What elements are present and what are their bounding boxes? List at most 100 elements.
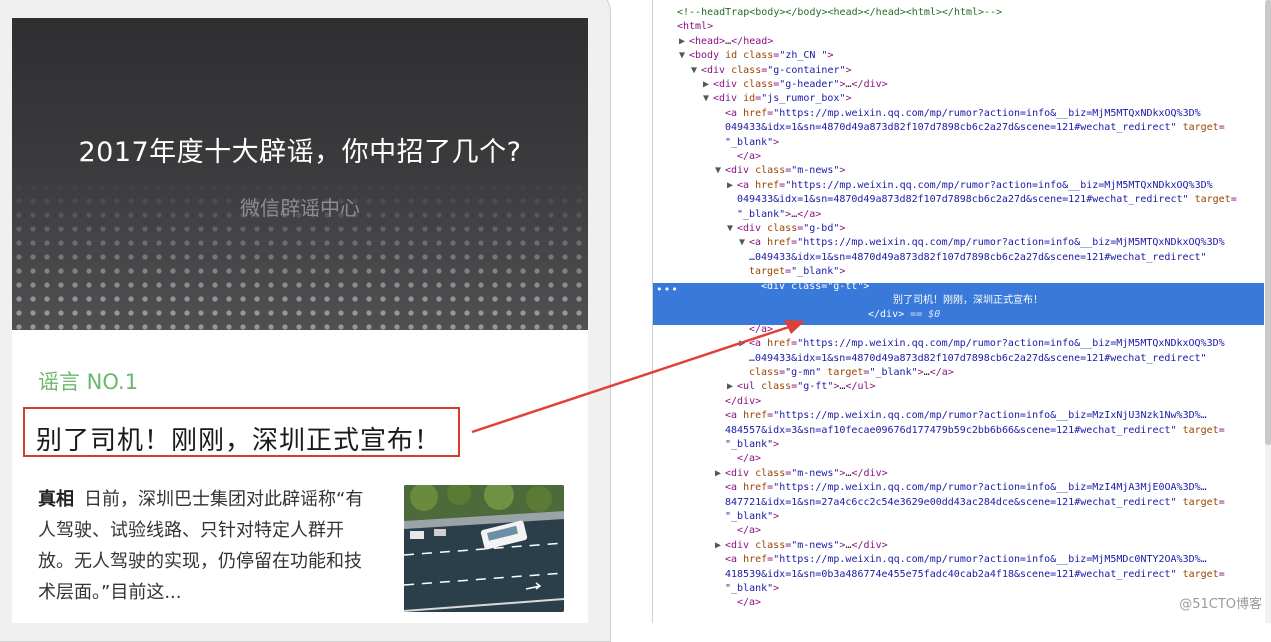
dom-line[interactable]: ▼ <body id class="zh_CN "> [679,49,834,63]
dom-token: class [731,64,762,76]
node-actions-ellipsis[interactable]: ••• [656,283,679,296]
dom-line[interactable]: <a href="https://mp.weixin.qq.com/mp/rum… [715,481,1207,495]
dom-line[interactable]: ▶ <a href="https://mp.weixin.qq.com/mp/ru… [739,337,1225,351]
dom-line[interactable]: ▶ <a href="https://mp.weixin.qq.com/mp/ru… [727,179,1213,193]
dom-line[interactable]: target="_blank"> [739,265,845,279]
dom-token: = [1218,568,1225,580]
dom-token: href [743,554,768,566]
dom-token: "https://mp.weixin.qq.com/mp/rumor?actio… [773,554,1207,566]
dom-line[interactable]: <!--headTrap<body></body><head></head><h… [667,6,1002,20]
dom-token: href [767,338,792,350]
dom-token: <body [689,50,726,62]
dom-line[interactable]: <html> [667,20,713,34]
dom-line-selected[interactable]: 别了司机！刚刚，深圳正式宣布！ [883,294,1043,308]
dom-token: > [827,50,834,62]
dom-token: href [743,107,768,119]
dom-line[interactable]: ▼ <div class="g-container"> [691,64,852,78]
dom-line[interactable]: </a> [739,323,773,337]
dom-line[interactable]: "_blank"> [715,136,779,150]
dom-line[interactable]: 484557&idx=3&sn=af10fecae09676d177479b59… [715,424,1225,438]
dom-token: </div> [868,309,905,321]
dom-token: > [773,439,780,450]
dom-token: </a> [929,367,954,378]
dom-token: "g-container" [767,64,846,76]
rumor-headline-link[interactable]: 别了司机！刚刚，深圳正式宣布！ [36,420,441,457]
hero-source: 微信辟谣中心 [240,196,360,220]
dom-line[interactable]: </a> [727,596,761,610]
expand-toggle-icon[interactable]: ▶ [715,539,725,553]
dom-line[interactable]: ▶ <ul class="g-ft">…</ul> [727,380,876,394]
dom-line[interactable]: ▼ <div class="m-news"> [715,164,845,178]
dom-line[interactable]: <a href="https://mp.weixin.qq.com/mp/rum… [715,409,1207,423]
expand-toggle-icon[interactable]: ▶ [715,467,725,481]
truth-label: 真相 [38,489,74,510]
dom-token: "g-header" [779,79,840,90]
dom-token: "m-news" [791,165,840,177]
dom-token: <div [713,79,744,90]
dom-line[interactable]: …049433&idx=1&sn=4870d49a873d82f107d7898… [739,251,1207,265]
dom-token: "js_rumor_box" [761,93,846,105]
dom-line[interactable]: ▶ <head>…</head> [679,35,773,49]
dom-token: </a> [797,208,822,220]
dom-line[interactable]: "_blank">…</a> [727,208,821,222]
dom-token: <a [749,237,768,249]
dom-line[interactable]: 847721&idx=1&sn=27a4c6cc2c54e3629e00dd43… [715,496,1225,510]
dom-token: > [839,266,846,278]
expand-toggle-icon[interactable]: ▼ [727,222,737,236]
dom-token: <div [725,165,756,177]
dom-line[interactable]: </a> [727,524,761,538]
dom-line[interactable]: 049433&idx=1&sn=4870d49a873d82f107d7898c… [727,193,1237,207]
dom-line[interactable]: <a href="https://mp.weixin.qq.com/mp/rum… [715,553,1207,567]
dom-token: "https://mp.weixin.qq.com/mp/rumor?actio… [785,179,1213,191]
dom-line[interactable]: class="g-mn" target="_blank">…</a> [739,366,954,380]
expand-toggle-icon[interactable]: ▼ [703,92,713,106]
scrollbar-thumb[interactable] [1265,0,1271,445]
expand-toggle-icon[interactable]: ▼ [679,49,689,63]
dom-line[interactable]: 418539&idx=1&sn=0b3a486774e455e75fadc40c… [715,568,1225,582]
dom-token: </a> [737,597,762,609]
dom-line[interactable]: </div> [715,395,761,409]
dom-line[interactable]: "_blank"> [715,582,779,596]
dom-token: <head> [689,35,726,47]
expand-toggle-icon[interactable]: ▶ [679,35,689,49]
dom-line[interactable]: ▼ <a href="https://mp.weixin.qq.com/mp/ru… [739,236,1225,250]
dom-line[interactable]: ▶ <div class="g-header">…</div> [703,78,888,92]
dom-line[interactable]: ▶ <div class="m-news">…</div> [715,467,888,481]
dom-line-selected[interactable]: <div class="g-tt"> [751,280,869,294]
dom-token: href [743,482,768,494]
article-thumbnail-image[interactable] [404,485,564,612]
dom-line[interactable]: ▼ <div id="js_rumor_box"> [703,92,852,106]
dom-token: "zh_CN " [779,50,828,62]
expand-toggle-icon[interactable]: ▼ [739,236,749,250]
devtools-elements-panel[interactable]: ••• <!--headTrap<body></body><head></hea… [652,0,1271,623]
dom-token: <div [737,223,768,234]
dom-token: </a> [749,323,774,335]
dom-token: <!--headTrap<body></body><head></head><h… [677,7,1003,18]
truth-summary[interactable]: 真相 日前，深圳巴士集团对此辟谣称“有人驾驶、试验线路、只针对特定人群开放。无人驾… [38,484,370,608]
dom-token: target [1182,496,1219,508]
dom-token: = [1218,122,1225,134]
expand-toggle-icon[interactable]: ▶ [727,380,737,394]
expand-toggle-icon[interactable]: ▶ [703,78,713,92]
expand-toggle-icon[interactable]: ▶ [727,179,737,193]
expand-toggle-icon[interactable]: ▼ [715,164,725,178]
dom-line[interactable]: "_blank"> [715,510,779,524]
dom-line[interactable]: "_blank"> [715,438,779,452]
dom-line[interactable]: ▼ <div class="g-bd"> [727,222,845,236]
dom-line[interactable]: </a> [727,452,761,466]
dom-line[interactable]: </a> [727,150,761,164]
dom-token: = [1218,424,1225,436]
dom-line-selected[interactable]: </div> == $0 [858,308,940,322]
dom-line[interactable]: ▶ <div class="m-news">…</div> [715,539,888,553]
article-hero-banner: 2017年度十大辟谣，你中招了几个? 微信辟谣中心 [12,18,588,330]
dom-token: 418539&idx=1&sn=0b3a486774e455e75fadc40c… [725,568,1183,580]
expand-toggle-icon[interactable]: ▶ [739,337,749,351]
expand-toggle-icon[interactable]: ▼ [691,64,701,78]
dom-token: 049433&idx=1&sn=4870d49a873d82f107d7898c… [737,194,1195,206]
dom-line[interactable]: 049433&idx=1&sn=4870d49a873d82f107d7898c… [715,121,1225,135]
dom-line[interactable]: …049433&idx=1&sn=4870d49a873d82f107d7898… [739,352,1207,366]
dom-token: "_blank" [725,511,774,522]
dom-line[interactable]: <a href="https://mp.weixin.qq.com/mp/rum… [715,107,1201,121]
dom-token: "https://mp.weixin.qq.com/mp/rumor?actio… [773,107,1201,119]
dom-token: class [755,539,786,551]
